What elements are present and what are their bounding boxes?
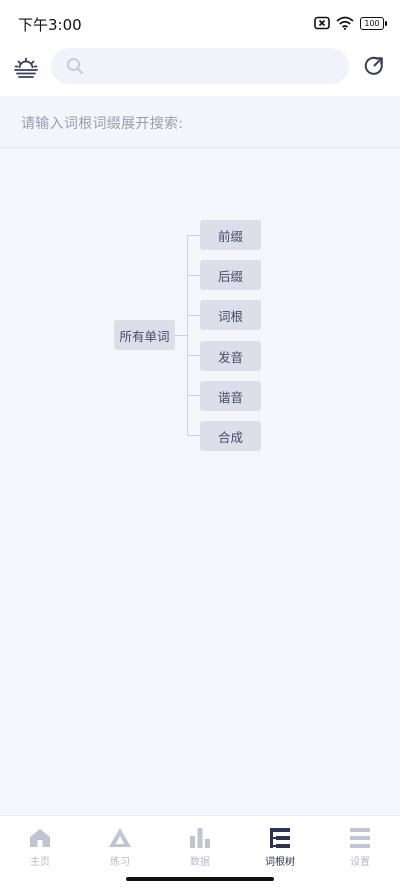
home-icon [30, 829, 50, 847]
nav-item-data[interactable]: 数据 [160, 816, 240, 874]
nav-label: 词根树 [265, 857, 295, 868]
tree-connector [187, 435, 200, 436]
nav-item-practice[interactable]: 练习 [80, 816, 160, 874]
tree-node-homophone[interactable]: 谐音 [200, 381, 261, 411]
tree-node-compound[interactable]: 合成 [200, 421, 261, 451]
status-time: 下午3:00 [18, 16, 82, 34]
status-bar: 下午3:00 100 [0, 0, 400, 46]
tree-connector [187, 395, 200, 396]
search-icon [67, 58, 84, 75]
nav-item-root-tree[interactable]: 词根树 [240, 816, 320, 874]
tree-connector [187, 235, 200, 236]
sim-disabled-icon [314, 16, 330, 30]
practice-triangle-icon [109, 828, 131, 847]
tree-node-suffix[interactable]: 后缀 [200, 260, 261, 290]
tree-connector [187, 275, 200, 276]
tree-connector-vertical [187, 235, 188, 436]
status-icons: 100 [314, 14, 387, 32]
bar-chart-icon [190, 828, 210, 848]
nav-label: 主页 [30, 857, 50, 868]
tree-icon [270, 828, 290, 848]
battery-icon: 100 [360, 16, 387, 30]
menu-lines-icon [350, 828, 370, 848]
app-bar [0, 46, 400, 96]
tree-node-pronunciation[interactable]: 发音 [200, 341, 261, 371]
nav-label: 练习 [110, 857, 130, 868]
tree-connector [187, 355, 200, 356]
nav-item-settings[interactable]: 设置 [320, 816, 400, 874]
theme-toggle-button[interactable] [12, 54, 40, 82]
search-hint-bar: 请输入词根词缀展开搜索: [0, 96, 400, 148]
tree-connector-root [175, 335, 187, 336]
nav-item-home[interactable]: 主页 [0, 816, 80, 874]
refresh-icon [364, 56, 383, 75]
tree-node-prefix[interactable]: 前缀 [200, 220, 261, 250]
root-tree: 所有单词 前缀 后缀 词根 发音 谐音 合成 [0, 148, 400, 815]
wifi-icon [336, 16, 354, 30]
tree-node-root[interactable]: 词根 [200, 300, 261, 330]
nav-label: 设置 [350, 857, 370, 868]
home-indicator[interactable] [126, 877, 274, 881]
search-hint-text: 请输入词根词缀展开搜索: [21, 116, 184, 132]
tree-root-node[interactable]: 所有单词 [114, 320, 175, 350]
tree-connector [187, 315, 200, 316]
refresh-button[interactable] [362, 54, 386, 78]
search-input[interactable] [93, 48, 337, 86]
sunrise-icon [14, 57, 38, 78]
nav-label: 数据 [190, 857, 210, 868]
search-box[interactable] [51, 48, 349, 86]
